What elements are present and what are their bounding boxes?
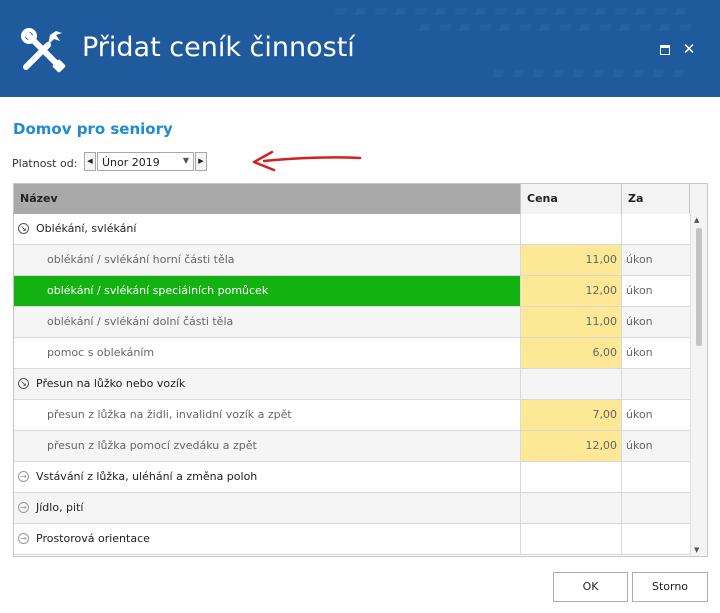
unit-cell [622,524,690,554]
unit-cell [622,369,690,399]
unit-cell [622,462,690,492]
collapsed-icon[interactable]: → [18,471,29,482]
activity-name: přesun z lůžka pomocí zvedáku a zpět [14,431,521,461]
price-cell[interactable]: 12,00 [521,276,622,306]
close-button[interactable]: ✕ [681,41,697,57]
window-title: Přidat ceník činností [82,32,355,63]
price-cell[interactable]: 12,00 [521,431,622,461]
unit-cell: úkon [626,315,653,328]
vertical-scrollbar[interactable]: ▲ ▼ [690,214,707,556]
facility-heading: Domov pro seniory [13,120,173,138]
table-row[interactable]: oblékání / svlékání speciálních pomůcek 1… [14,276,690,307]
unit-cell: úkon [626,439,653,452]
activity-name: oblékání / svlékání horní části těla [14,245,521,275]
period-value: Únor 2019 [102,156,160,169]
group-name: Prostorová orientace [14,524,521,554]
scroll-down-icon[interactable]: ▼ [694,546,699,554]
previous-period-button[interactable]: ◀ [84,152,96,171]
annotation-arrow [252,150,362,172]
price-cell [521,524,622,554]
price-cell[interactable]: 11,00 [521,245,622,275]
unit-cell [622,214,690,244]
activity-name: oblékání / svlékání dolní části těla [14,307,521,337]
table-row[interactable]: oblékání / svlékání horní části těla 11,0… [14,245,690,276]
validity-label: Platnost od: [12,157,78,170]
tools-icon [21,28,66,73]
group-name: Vstávání z lůžka, uléhání a změna poloh [14,462,521,492]
expanded-icon[interactable]: ↘ [18,223,29,234]
collapsed-icon[interactable]: → [18,533,29,544]
ok-button[interactable]: OK [553,572,628,602]
price-cell[interactable]: 11,00 [521,307,622,337]
table-row[interactable]: přesun z lůžka na židli, invalidní vozík… [14,400,690,431]
group-row[interactable]: Přesun na lůžko nebo vozík ↘ [14,369,690,400]
price-cell [521,214,622,244]
title-bar: Přidat ceník činností ✕ [0,0,720,97]
maximize-icon [660,45,670,55]
table-row[interactable]: oblékání / svlékání dolní části těla 11,0… [14,307,690,338]
table-row[interactable]: pomoc s oblekáním 6,00 úkon [14,338,690,369]
period-select[interactable]: Únor 2019 ▼ [97,152,194,171]
table-row[interactable]: přesun z lůžka pomocí zvedáku a zpět 12,0… [14,431,690,462]
next-period-button[interactable]: ▶ [195,152,207,171]
group-row[interactable]: Prostorová orientace → [14,524,690,555]
unit-cell: úkon [626,253,653,266]
price-cell[interactable]: 7,00 [521,400,622,430]
price-cell[interactable]: 6,00 [521,338,622,368]
scroll-thumb[interactable] [696,228,702,346]
column-header-unit[interactable]: Za [622,184,690,214]
price-cell [521,462,622,492]
collapsed-icon[interactable]: → [18,502,29,513]
group-row[interactable]: Vstávání z lůžka, uléhání a změna poloh → [14,462,690,493]
group-row[interactable]: Jídlo, pití → [14,493,690,524]
chevron-down-icon: ▼ [182,156,189,165]
group-name: Jídlo, pití [14,493,521,523]
activity-name: přesun z lůžka na židli, invalidní vozík… [14,400,521,430]
unit-cell [622,493,690,523]
column-header-price[interactable]: Cena [521,184,622,214]
activity-name: pomoc s oblekáním [14,338,521,368]
group-row[interactable]: Oblékání, svlékání ↘ [14,214,690,245]
unit-cell: úkon [626,284,653,297]
expanded-icon[interactable]: ↘ [18,378,29,389]
activity-name: oblékání / svlékání speciálních pomůcek [14,276,521,306]
group-name: Přesun na lůžko nebo vozík [14,369,521,399]
price-cell [521,493,622,523]
price-list-grid: Název Cena Za Oblékání, svlékání ↘ oblékán… [13,183,708,557]
scroll-up-icon[interactable]: ▲ [694,216,699,224]
column-header-name[interactable]: Název [14,184,521,214]
header-scroll-spacer [690,184,707,214]
grid-header: Název Cena Za [14,184,707,214]
cancel-button[interactable]: Storno [632,572,708,602]
price-cell [521,369,622,399]
maximize-button[interactable] [657,41,673,57]
unit-cell: úkon [626,408,653,421]
group-name: Oblékání, svlékání [14,214,521,244]
unit-cell: úkon [626,346,653,359]
